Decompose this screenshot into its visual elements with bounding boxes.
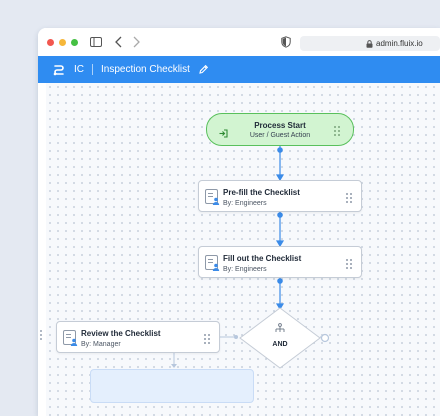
drag-handle-icon[interactable] xyxy=(346,193,352,203)
step-assignee: By: Engineers xyxy=(223,200,267,207)
task-form-icon xyxy=(205,255,220,271)
step-assignee: By: Engineers xyxy=(223,266,267,273)
step-node-review[interactable]: Review the Checklist By: Manager xyxy=(56,321,220,353)
step-node-prefill[interactable]: Pre-fill the Checklist By: Engineers xyxy=(198,180,362,212)
task-form-icon xyxy=(205,189,220,205)
step-drop-placeholder[interactable] xyxy=(90,369,254,403)
step-title: Fill out the Checklist xyxy=(223,254,302,263)
start-node-title: Process Start xyxy=(254,121,306,130)
and-gateway[interactable] xyxy=(239,307,321,369)
drag-handle-icon[interactable] xyxy=(346,259,352,269)
drag-handle-icon[interactable] xyxy=(204,334,210,344)
gateway-output-port[interactable] xyxy=(320,333,330,343)
step-title: Review the Checklist xyxy=(81,329,161,338)
task-form-icon xyxy=(63,330,78,346)
step-assignee: By: Manager xyxy=(81,341,121,348)
start-node-subtitle: User / Guest Action xyxy=(249,132,311,139)
step-node-fillout[interactable]: Fill out the Checklist By: Engineers xyxy=(198,246,362,278)
step-title: Pre-fill the Checklist xyxy=(223,188,300,197)
drag-handle-icon[interactable] xyxy=(334,126,340,136)
gateway-label: AND xyxy=(272,341,288,348)
process-start-node[interactable]: Process Start User / Guest Action xyxy=(206,113,354,146)
